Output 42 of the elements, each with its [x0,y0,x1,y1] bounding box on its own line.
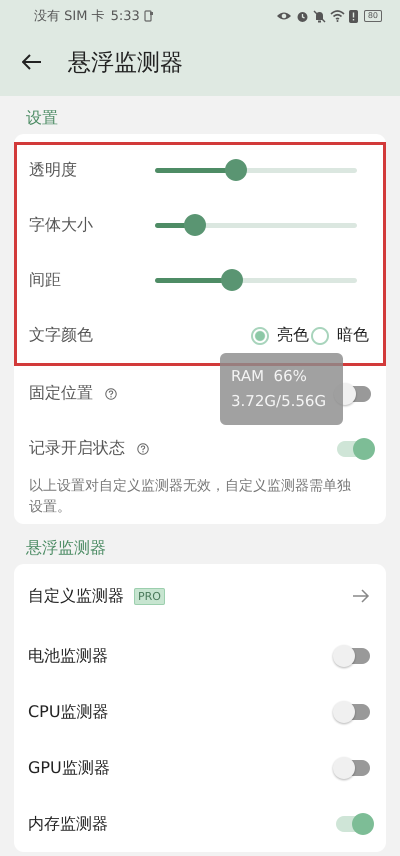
monitor-label: CPU监测器 [28,702,109,722]
radio-label[interactable]: 亮色 [277,325,309,346]
monitor-label: 电池监测器 [28,646,108,666]
slider[interactable] [155,214,357,236]
toggle-switch[interactable] [336,648,370,664]
back-icon[interactable] [22,54,42,70]
setting-label: 间距 [29,270,62,291]
monitor-label: 内存监测器 [28,814,108,834]
setting-label: 字体大小 [29,215,94,236]
slider-thumb[interactable] [220,269,243,291]
monitor-label: GPU监测器 [28,758,110,778]
slider[interactable] [155,160,357,182]
clock-time: 5:33 [110,8,140,24]
warning-icon [348,10,358,22]
ram-usage-text: RAM 66% [231,366,308,387]
radio-button[interactable] [311,326,329,344]
battery-indicator: 80 [364,10,382,22]
page-title: 悬浮监测器 [68,48,183,78]
toggle-switch[interactable] [336,704,370,720]
ram-size-text: 3.72G/5.56G [231,391,328,412]
help-icon[interactable] [137,442,149,454]
note-text: 以上设置对自定义监测器无效，自定义监测器需单独设置。 [28,477,352,517]
help-icon[interactable] [105,388,117,400]
setting-label: 记录开启状态 [29,438,125,459]
setting-label: 透明度 [29,160,78,181]
bell-off-icon [312,10,326,22]
radio-label[interactable]: 暗色 [337,325,369,346]
wifi-icon [330,10,345,22]
slider-thumb[interactable] [224,159,247,181]
carrier-text: 没有 SIM 卡 [34,8,105,25]
arrow-right-icon[interactable] [352,589,370,603]
slider[interactable] [155,270,357,292]
slider-thumb[interactable] [184,214,206,236]
eye-icon [276,10,292,22]
section-title: 设置 [25,107,59,129]
monitor-label: 自定义监测器 [28,586,124,606]
radio-button[interactable] [251,326,269,344]
setting-label: 文字颜色 [29,325,93,346]
toggle-switch[interactable] [336,760,370,776]
section-title: 悬浮监测器 [25,537,107,559]
pro-badge: PRO [134,588,165,604]
setting-label: 固定位置 [29,383,93,404]
